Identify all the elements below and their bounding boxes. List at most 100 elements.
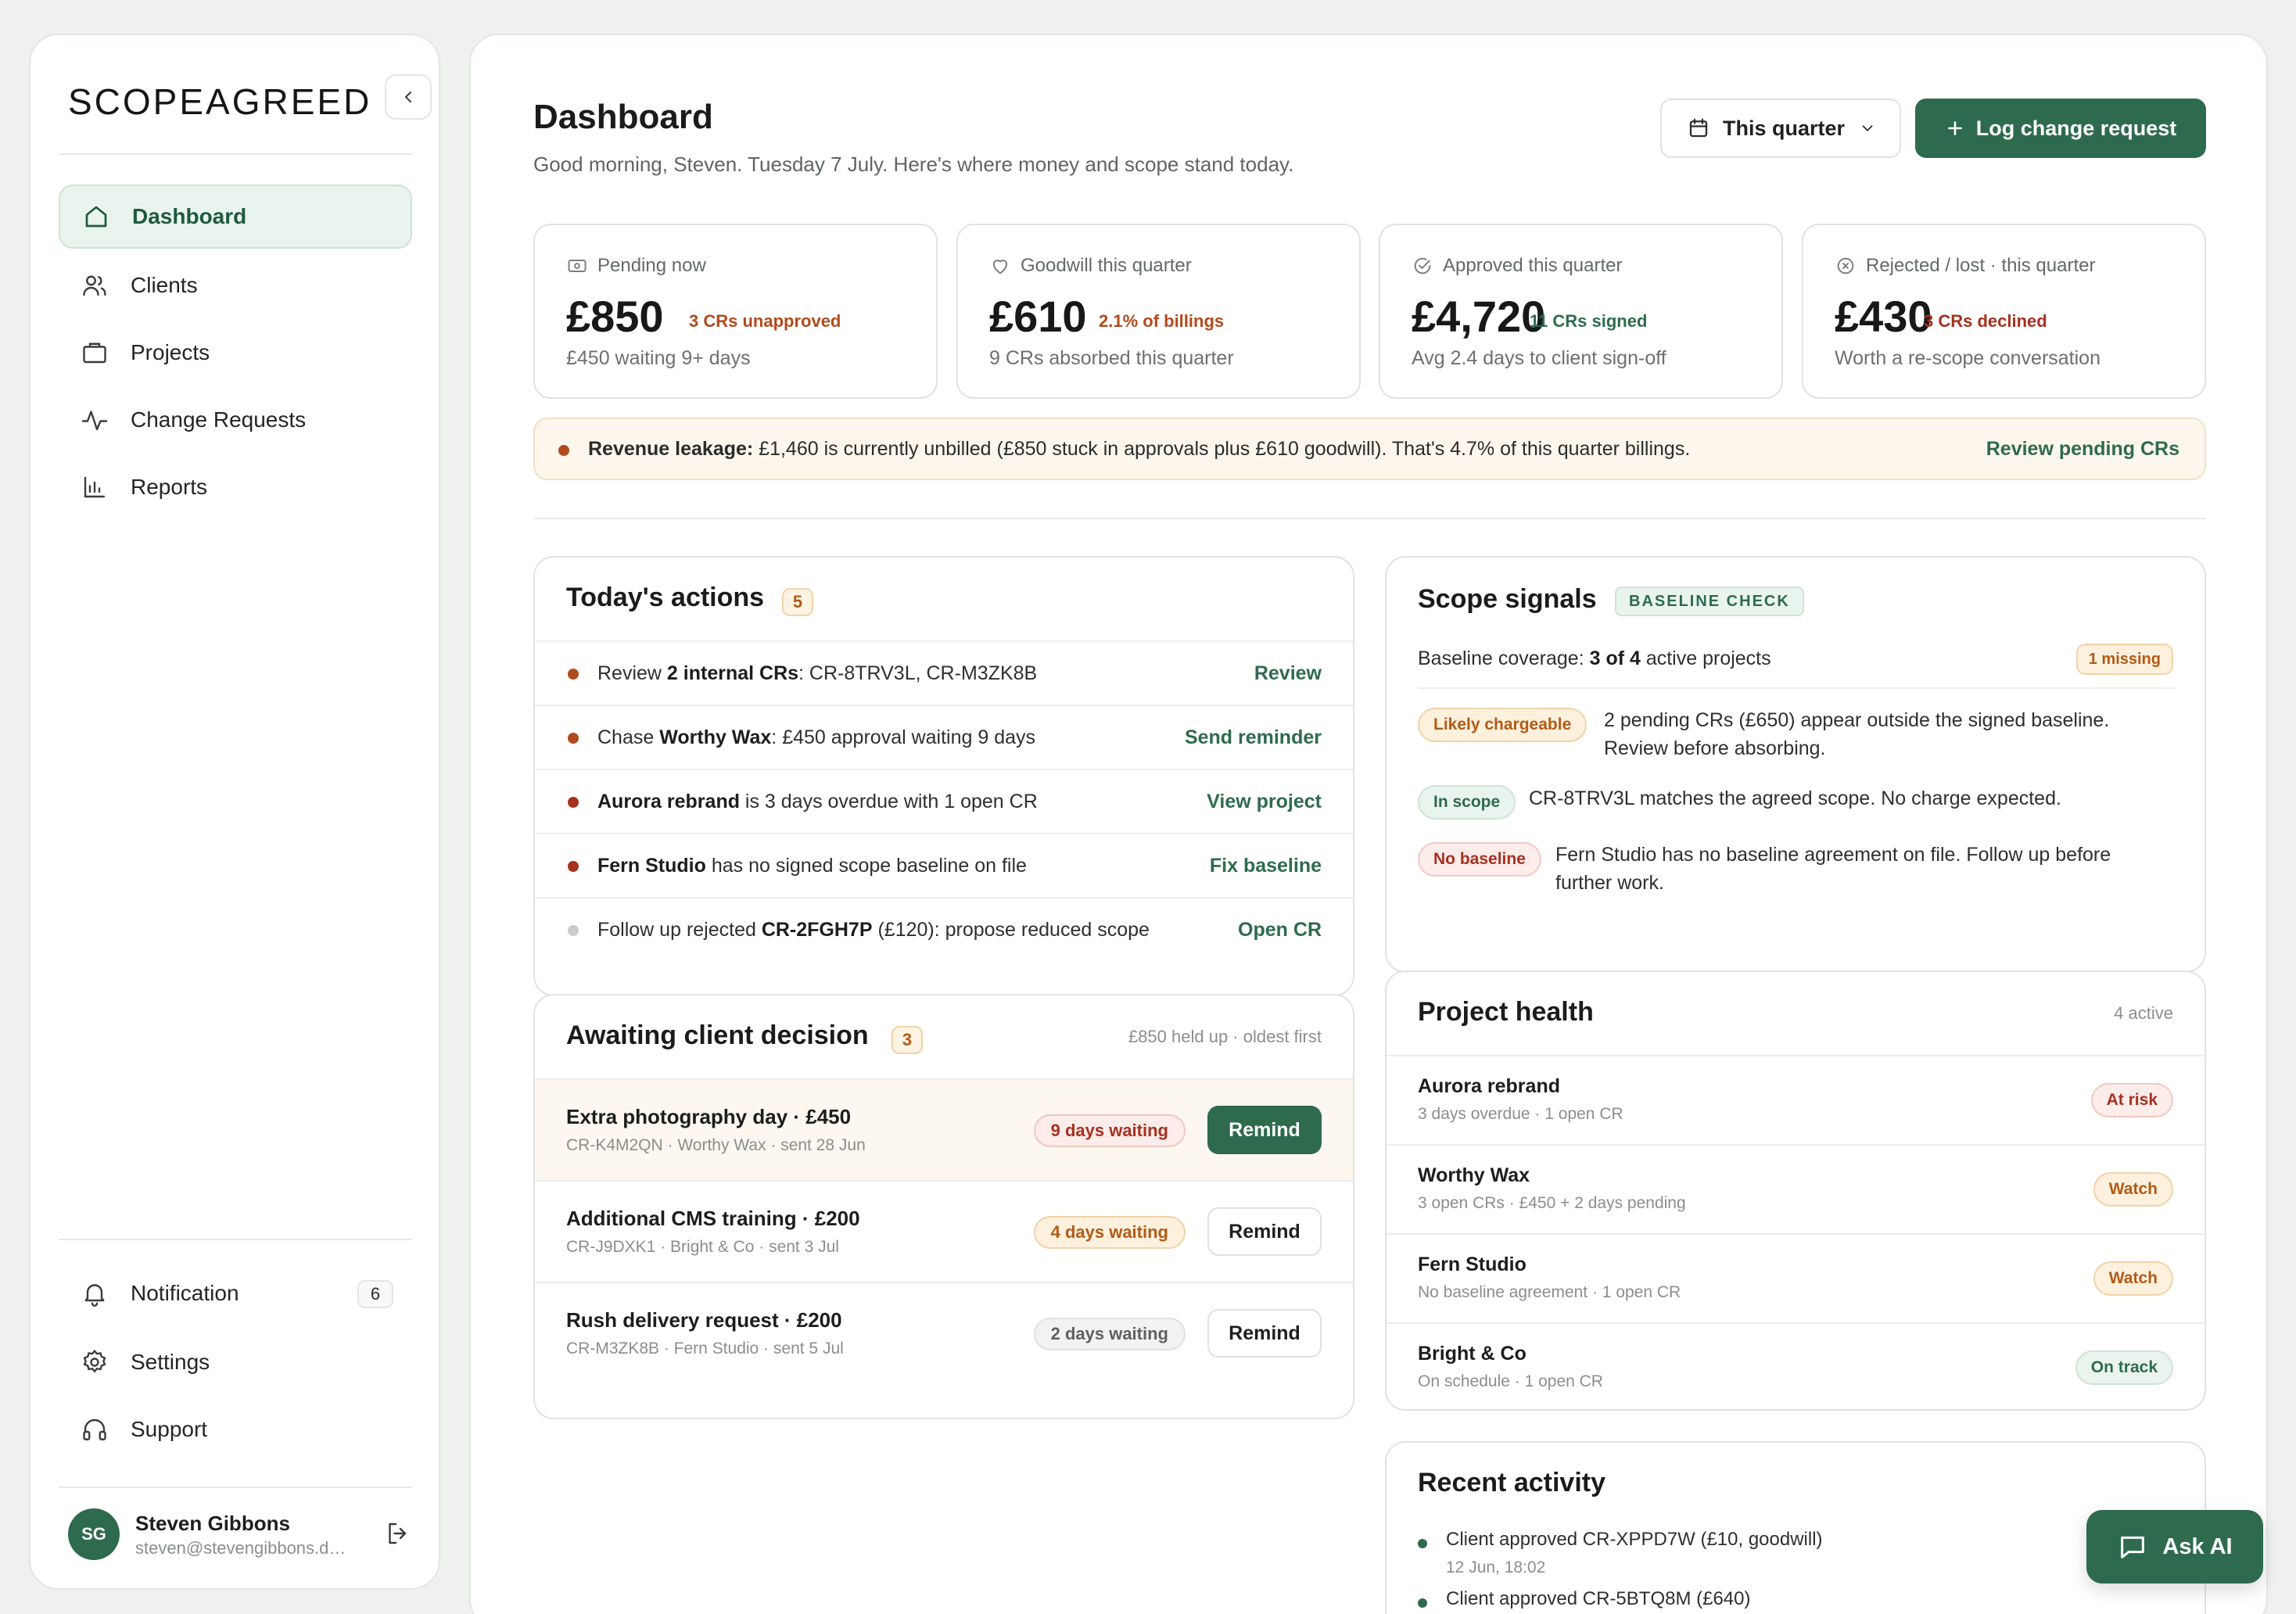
baseline-coverage: Baseline coverage: 3 of 4 active project… [1418, 647, 1771, 669]
kpi-label: Pending now [597, 255, 706, 276]
awaiting-meta: £850 held up · oldest first [1128, 1027, 1322, 1046]
logout-icon [389, 1523, 407, 1544]
users-icon [79, 270, 110, 301]
sidebar-divider [59, 1239, 412, 1240]
kpi-value: £430 [1835, 292, 1932, 341]
leakage-text: £1,460 is currently unbilled (£850 stuck… [759, 438, 1691, 460]
card-title: Awaiting client decision [566, 1020, 869, 1050]
user-profile[interactable]: SG Steven Gibbons steven@stevengibbons.d… [68, 1507, 422, 1562]
send-reminder-link[interactable]: Send reminder [1185, 726, 1322, 749]
period-select-label: This quarter [1723, 116, 1846, 140]
logo: SCOPEAGREED [68, 81, 372, 122]
sidebar-item-settings[interactable]: Settings [59, 1330, 412, 1394]
project-row[interactable]: Bright & Co On schedule · 1 open CR On t… [1387, 1322, 2205, 1409]
project-health-meta: 4 active [2114, 1003, 2173, 1023]
cr-meta: CR-J9DXK1 · Bright & Co · sent 3 Jul [566, 1238, 839, 1256]
sidebar-item-label: Change Requests [131, 407, 307, 432]
fix-baseline-link[interactable]: Fix baseline [1210, 855, 1322, 877]
gear-icon [79, 1347, 110, 1378]
cr-title: Rush delivery request · £200 [566, 1308, 842, 1332]
signal-text: Fern Studio has no baseline agreement on… [1555, 844, 2111, 894]
action-row: Follow up rejected CR-2FGH7P (£120): pro… [535, 897, 1353, 961]
project-row[interactable]: Worthy Wax 3 open CRs · £450 + 2 days pe… [1387, 1144, 2205, 1233]
kpi-pending-now: Pending now £850 3 CRs unapproved £450 w… [533, 224, 938, 399]
project-row[interactable]: Fern Studio No baseline agreement · 1 op… [1387, 1233, 2205, 1322]
awaiting-decision-card: Awaiting client decision 3 £850 held up … [533, 994, 1354, 1419]
plus-icon [1947, 121, 1962, 135]
kpi-label: Approved this quarter [1443, 255, 1623, 276]
ask-ai-button[interactable]: Ask AI [2086, 1510, 2263, 1584]
log-change-request-button[interactable]: Log change request [1915, 99, 2206, 158]
logout-button[interactable] [384, 1519, 412, 1548]
sidebar-item-notification[interactable]: Notification 6 [59, 1261, 412, 1325]
revenue-leakage-banner: Revenue leakage: £1,460 is currently unb… [533, 418, 2206, 480]
missing-badge: 1 missing [2075, 644, 2173, 675]
in-scope-tag: In scope [1418, 785, 1516, 820]
period-select[interactable]: This quarter [1660, 99, 1901, 158]
activity-dot [1418, 1539, 1427, 1548]
count-badge: 3 [891, 1026, 923, 1054]
x-circle-icon [1837, 257, 1854, 274]
status-badge: Watch [2093, 1172, 2173, 1207]
project-name: Worthy Wax [1418, 1164, 1530, 1186]
kpi-footnote: 9 CRs absorbed this quarter [989, 347, 1234, 369]
wait-badge: 2 days waiting [1033, 1318, 1186, 1350]
sidebar-divider [59, 153, 412, 155]
remind-button[interactable]: Remind [1207, 1106, 1322, 1154]
chevron-left-icon [405, 91, 411, 102]
sidebar-item-dashboard[interactable]: Dashboard [59, 185, 412, 249]
home-icon [81, 201, 112, 232]
action-row: Review 2 internal CRs: CR-8TRV3L, CR-M3Z… [535, 640, 1353, 705]
kpi-footnote: Worth a re-scope conversation [1835, 347, 2100, 369]
sidebar-item-reports[interactable]: Reports [59, 455, 412, 519]
sidebar-divider [59, 1487, 412, 1488]
page-subtitle: Good morning, Steven. Tuesday 7 July. He… [533, 152, 1294, 176]
cr-title: Additional CMS training · £200 [566, 1207, 860, 1230]
scope-signals-card: Scope signals BASELINE CHECK Baseline co… [1385, 556, 2206, 973]
heart-icon [992, 260, 1008, 274]
review-pending-crs-link[interactable]: Review pending CRs [1986, 438, 2179, 461]
main-content: Dashboard Good morning, Steven. Tuesday … [469, 34, 2268, 1614]
briefcase-icon [79, 337, 110, 368]
project-name: Bright & Co [1418, 1343, 1526, 1365]
remind-button[interactable]: Remind [1207, 1207, 1322, 1256]
notification-count-badge: 6 [357, 1280, 393, 1308]
project-health-card: Project health 4 active Aurora rebrand 3… [1385, 970, 2206, 1411]
no-baseline-tag: No baseline [1418, 842, 1541, 877]
view-project-link[interactable]: View project [1207, 791, 1322, 813]
project-meta: No baseline agreement · 1 open CR [1418, 1283, 1681, 1301]
activity-text: Client approved CR-5BTQ8M (£640) [1446, 1588, 1751, 1609]
review-link[interactable]: Review [1254, 662, 1322, 685]
sidebar-item-support[interactable]: Support [59, 1397, 412, 1462]
status-dot [568, 797, 579, 808]
project-row[interactable]: Aurora rebrand 3 days overdue · 1 open C… [1387, 1055, 2205, 1144]
sidebar-item-clients[interactable]: Clients [59, 253, 412, 317]
user-name: Steven Gibbons [135, 1512, 290, 1535]
project-meta: On schedule · 1 open CR [1418, 1372, 1603, 1390]
status-badge: On track [2075, 1350, 2173, 1385]
kpi-goodwill: Goodwill this quarter £610 2.1% of billi… [956, 224, 1361, 399]
user-email: steven@stevengibbons.design [135, 1538, 354, 1558]
action-row: Chase Worthy Wax: £450 approval waiting … [535, 705, 1353, 769]
status-badge: Watch [2093, 1261, 2173, 1296]
sidebar-item-change-requests[interactable]: Change Requests [59, 388, 412, 452]
warning-dot [558, 445, 569, 456]
kpi-label: Rejected / lost · this quarter [1866, 255, 2096, 276]
awaiting-row: Rush delivery request · £200 CR-M3ZK8B ·… [535, 1282, 1353, 1383]
remind-button[interactable]: Remind [1207, 1309, 1322, 1358]
page-title: Dashboard [533, 98, 713, 136]
open-cr-link[interactable]: Open CR [1238, 919, 1322, 941]
kpi-tag: 3 CRs declined [1924, 311, 2047, 331]
chevron-down-icon [1862, 125, 1873, 132]
sidebar-item-projects[interactable]: Projects [59, 321, 412, 385]
action-row: Fern Studio has no signed scope baseline… [535, 833, 1353, 897]
kpi-value: £610 [989, 292, 1087, 341]
collapse-sidebar-button[interactable] [385, 74, 432, 120]
headphones-icon [79, 1414, 110, 1445]
awaiting-row: Additional CMS training · £200 CR-J9DXK1… [535, 1180, 1353, 1282]
wait-badge: 4 days waiting [1033, 1216, 1186, 1249]
sidebar-item-label: Notification [131, 1281, 239, 1305]
kpi-footnote: £450 waiting 9+ days [566, 347, 751, 369]
section-divider [533, 518, 2206, 519]
project-meta: 3 open CRs · £450 + 2 days pending [1418, 1194, 1686, 1212]
